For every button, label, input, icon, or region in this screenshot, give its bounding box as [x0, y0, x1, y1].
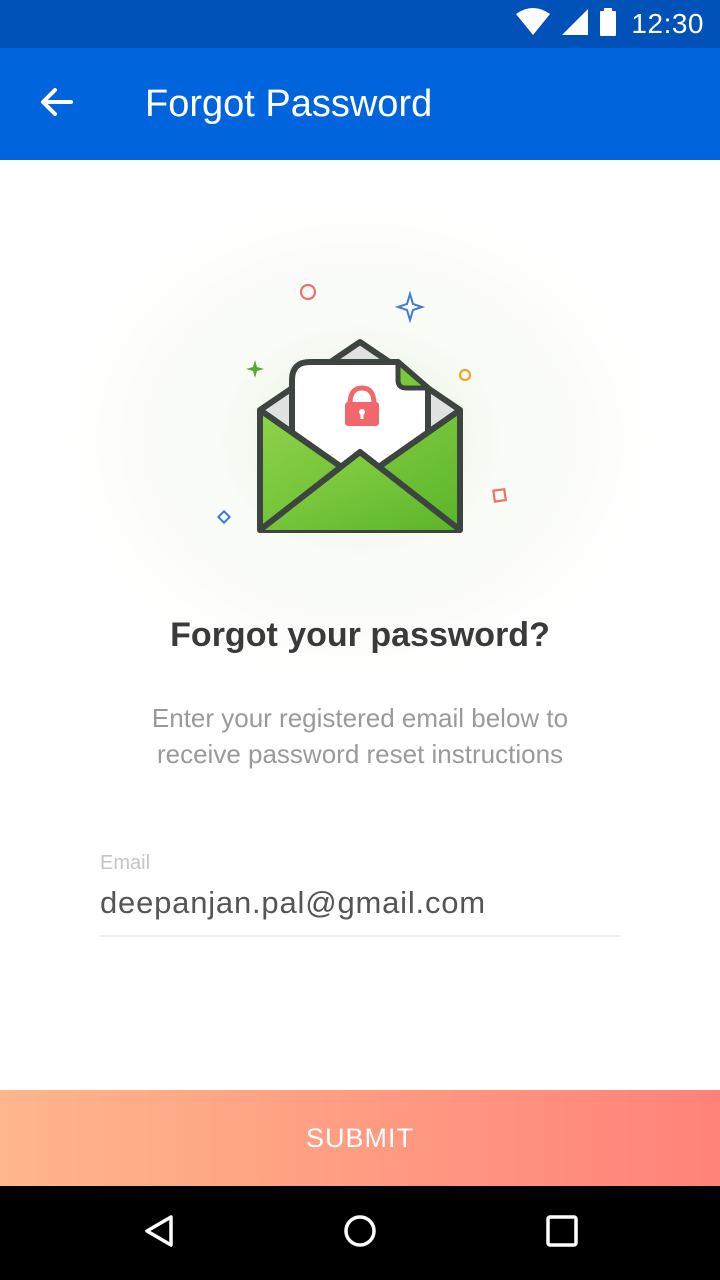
signal-icon [561, 8, 589, 41]
back-triangle-icon [141, 1213, 177, 1254]
main-content: Forgot your password? Enter your registe… [0, 160, 720, 1090]
heading: Forgot your password? [170, 616, 550, 654]
status-time: 12:30 [631, 8, 704, 39]
star-sparkle-icon-green [246, 360, 264, 378]
status-icons: 12:30 [515, 0, 704, 48]
back-button[interactable] [24, 72, 88, 136]
submit-label: SUBMIT [305, 1122, 414, 1153]
submit-button[interactable]: SUBMIT [0, 1090, 720, 1186]
arrow-back-icon [38, 84, 74, 125]
page-title: Forgot Password [145, 83, 433, 125]
nav-back-button[interactable] [134, 1208, 184, 1258]
wifi-icon [515, 7, 551, 41]
email-label: Email [100, 852, 151, 874]
email-underline [100, 935, 620, 937]
circle-sparkle-icon [299, 283, 317, 301]
star-sparkle-icon [394, 290, 426, 324]
email-input[interactable] [100, 882, 620, 924]
app-bar: Forgot Password [0, 48, 720, 160]
email-field: Email [100, 850, 620, 938]
square-sparkle-icon [492, 487, 508, 503]
nav-recents-button[interactable] [537, 1208, 587, 1258]
recents-square-icon [544, 1213, 580, 1254]
open-envelope-lock-icon [200, 270, 520, 550]
circle-sparkle-icon-orange [458, 368, 472, 382]
status-bar: 12:30 [0, 0, 720, 48]
nav-home-button[interactable] [335, 1208, 385, 1258]
description: Enter your registered email below to rec… [151, 703, 569, 769]
navigation-bar [0, 1186, 720, 1280]
diamond-sparkle-icon [216, 509, 232, 525]
battery-icon [599, 7, 617, 41]
home-circle-icon [342, 1213, 378, 1254]
